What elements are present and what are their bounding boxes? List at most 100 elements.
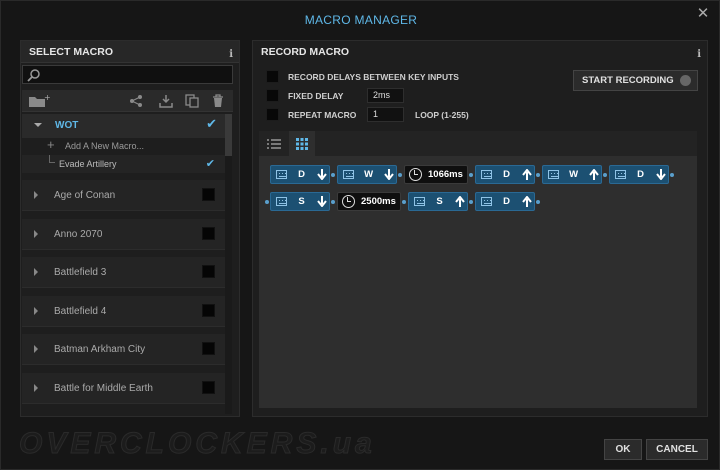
record-macro-header: RECORD MACRO i <box>253 41 707 63</box>
import-icon[interactable] <box>158 93 174 109</box>
key-label: D <box>503 196 511 207</box>
connector-dot <box>469 173 473 177</box>
group-row[interactable]: Anno 2070 <box>22 219 225 250</box>
group-checkbox[interactable] <box>202 227 215 240</box>
select-macro-title: SELECT MACRO <box>29 46 113 58</box>
chevron-right-icon[interactable] <box>34 384 38 392</box>
chevron-right-icon[interactable] <box>34 268 38 276</box>
delay-label: 1066ms <box>428 169 463 180</box>
key-event-node[interactable]: W <box>337 165 397 184</box>
repeat-count-field[interactable]: 1 <box>367 107 404 122</box>
grid-view-icon[interactable] <box>289 131 315 156</box>
list-view-icon[interactable] <box>261 131 287 156</box>
group-row[interactable]: Battlefield 4 <box>22 296 225 327</box>
key-event-node[interactable]: D <box>475 165 535 184</box>
scrollbar-thumb[interactable] <box>225 114 232 156</box>
group-label: Battle for Middle Earth <box>54 383 153 394</box>
duplicate-icon[interactable] <box>184 93 200 109</box>
keyboard-icon <box>548 170 560 179</box>
group-label: Anno 2070 <box>54 229 103 240</box>
connector-dot <box>398 173 402 177</box>
group-row[interactable]: Batman Arkham City <box>22 334 225 365</box>
connector-dot <box>536 200 540 204</box>
keyboard-icon <box>481 197 493 206</box>
connector-dot <box>331 200 335 204</box>
group-checkbox[interactable] <box>202 265 215 278</box>
check-icon[interactable]: ✔ <box>206 157 215 170</box>
tree-branch <box>49 155 55 163</box>
chevron-right-icon[interactable] <box>34 345 38 353</box>
start-recording-button[interactable]: START RECORDING <box>573 70 698 91</box>
plus-icon: + <box>47 137 55 152</box>
group-wot[interactable]: WOT ✔ <box>22 114 225 138</box>
group-row[interactable]: Age of Conan <box>22 180 225 211</box>
arrow-down-icon <box>383 168 396 182</box>
key-label: D <box>503 169 511 180</box>
key-event-node[interactable]: D <box>270 165 330 184</box>
macro-list: WOT ✔ + Add A New Macro... Evade Artille… <box>22 114 233 414</box>
add-macro-label: Add A New Macro... <box>65 141 145 151</box>
chevron-down-icon[interactable] <box>34 123 42 127</box>
macro-list-scrollbar[interactable] <box>225 114 232 414</box>
delay-node[interactable]: 1066ms <box>404 165 468 184</box>
macro-row-evade-artillery[interactable]: Evade Artillery ✔ <box>22 155 225 173</box>
connector-dot <box>402 200 406 204</box>
keyboard-icon <box>414 197 426 206</box>
key-label: D <box>637 169 645 180</box>
key-event-node[interactable]: S <box>270 192 330 211</box>
group-label: Battlefield 3 <box>54 267 107 278</box>
arrow-down-icon <box>316 168 329 182</box>
new-folder-icon[interactable]: + <box>28 93 50 109</box>
group-label: Battlefield 4 <box>54 306 107 317</box>
key-event-node[interactable]: D <box>475 192 535 211</box>
repeat-macro-label: REPEAT MACRO <box>288 110 357 120</box>
group-checkbox[interactable] <box>202 188 215 201</box>
key-event-node[interactable]: D <box>609 165 669 184</box>
key-event-node[interactable]: S <box>408 192 468 211</box>
ok-button[interactable]: OK <box>604 439 642 460</box>
fixed-delay-field[interactable]: 2ms <box>367 88 404 103</box>
chevron-right-icon[interactable] <box>34 307 38 315</box>
start-recording-label: START RECORDING <box>582 75 674 86</box>
group-checkbox[interactable] <box>202 304 215 317</box>
key-event-node[interactable]: W <box>542 165 602 184</box>
group-label: Batman Arkham City <box>54 344 146 355</box>
search-icon <box>27 69 40 82</box>
chevron-right-icon[interactable] <box>34 191 38 199</box>
close-icon[interactable]: ✕ <box>696 6 710 21</box>
search-input[interactable] <box>22 65 233 84</box>
record-delays-checkbox[interactable] <box>266 70 279 83</box>
loop-label: LOOP (1-255) <box>415 110 469 120</box>
group-label: Age of Conan <box>54 190 116 201</box>
svg-text:+: + <box>44 94 50 102</box>
group-row[interactable]: Battlefield 3 <box>22 257 225 288</box>
arrow-up-icon <box>521 168 534 182</box>
group-checkbox[interactable] <box>202 381 215 394</box>
group-row[interactable]: Battle for Middle Earth <box>22 373 225 404</box>
info-icon[interactable]: i <box>697 44 701 66</box>
keyboard-icon <box>276 170 288 179</box>
chevron-right-icon[interactable] <box>34 230 38 238</box>
delay-node[interactable]: 2500ms <box>337 192 401 211</box>
connector-dot <box>265 200 269 204</box>
add-macro-row[interactable]: + Add A New Macro... <box>22 138 225 154</box>
group-checkbox[interactable] <box>202 342 215 355</box>
arrow-up-icon <box>588 168 601 182</box>
cancel-button[interactable]: CANCEL <box>646 439 708 460</box>
arrow-up-icon <box>454 195 467 209</box>
fixed-delay-checkbox[interactable] <box>266 89 279 102</box>
keyboard-icon <box>481 170 493 179</box>
key-label: W <box>569 169 579 180</box>
info-icon[interactable]: i <box>229 44 233 66</box>
key-label: D <box>298 169 306 180</box>
connector-dot <box>603 173 607 177</box>
select-macro-header: SELECT MACRO i <box>21 41 239 63</box>
record-indicator-icon <box>680 75 691 86</box>
trash-icon[interactable] <box>210 93 226 109</box>
arrow-down-icon <box>316 195 329 209</box>
clock-icon <box>409 168 422 181</box>
share-icon[interactable] <box>128 93 144 109</box>
repeat-macro-checkbox[interactable] <box>266 108 279 121</box>
check-icon[interactable]: ✔ <box>206 116 217 132</box>
fixed-delay-label: FIXED DELAY <box>288 91 344 101</box>
